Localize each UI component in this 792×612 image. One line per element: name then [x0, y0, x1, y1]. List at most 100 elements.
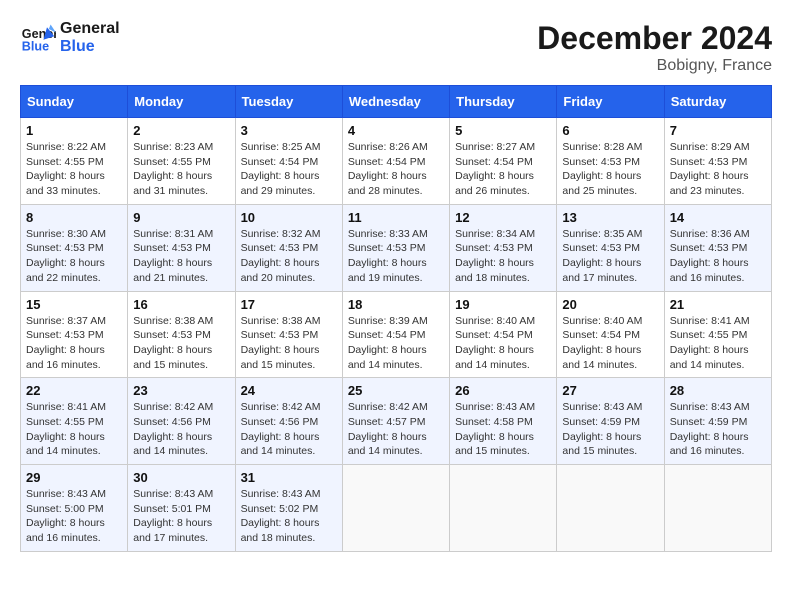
- calendar-day-cell: 5 Sunrise: 8:27 AM Sunset: 4:54 PM Daylig…: [450, 118, 557, 205]
- location: Bobigny, France: [537, 57, 772, 75]
- day-number: 15: [26, 297, 122, 312]
- day-info: Sunrise: 8:42 AM Sunset: 4:56 PM Dayligh…: [133, 400, 229, 459]
- calendar-day-cell: 28 Sunrise: 8:43 AM Sunset: 4:59 PM Dayli…: [664, 378, 771, 465]
- calendar-day-cell: [557, 465, 664, 552]
- day-number: 9: [133, 210, 229, 225]
- day-info: Sunrise: 8:43 AM Sunset: 4:59 PM Dayligh…: [562, 400, 658, 459]
- title-area: December 2024 Bobigny, France: [537, 20, 772, 75]
- calendar-day-cell: 14Sunrise: 8:36 AM Sunset: 4:53 PM Dayli…: [664, 204, 771, 291]
- calendar-day-cell: 2 Sunrise: 8:23 AM Sunset: 4:55 PM Daylig…: [128, 118, 235, 205]
- day-info: Sunrise: 8:36 AM Sunset: 4:53 PM Dayligh…: [670, 227, 766, 286]
- weekday-header-cell: Saturday: [664, 86, 771, 118]
- calendar-day-cell: 21Sunrise: 8:41 AM Sunset: 4:55 PM Dayli…: [664, 291, 771, 378]
- day-number: 17: [241, 297, 337, 312]
- day-number: 18: [348, 297, 444, 312]
- calendar-week-row: 1 Sunrise: 8:22 AM Sunset: 4:55 PM Daylig…: [21, 118, 772, 205]
- day-number: 2: [133, 123, 229, 138]
- day-info: Sunrise: 8:43 AM Sunset: 5:02 PM Dayligh…: [241, 487, 337, 546]
- calendar-day-cell: 17 Sunrise: 8:38 AM Sunset: 4:53 PM Dayli…: [235, 291, 342, 378]
- day-info: Sunrise: 8:43 AM Sunset: 4:59 PM Dayligh…: [670, 400, 766, 459]
- calendar-day-cell: 19 Sunrise: 8:40 AM Sunset: 4:54 PM Dayli…: [450, 291, 557, 378]
- logo-line2: Blue: [60, 38, 120, 56]
- day-info: Sunrise: 8:23 AM Sunset: 4:55 PM Dayligh…: [133, 140, 229, 199]
- day-number: 8: [26, 210, 122, 225]
- logo-line1: General: [60, 20, 120, 38]
- calendar-day-cell: 7 Sunrise: 8:29 AM Sunset: 4:53 PM Daylig…: [664, 118, 771, 205]
- calendar-day-cell: 18Sunrise: 8:39 AM Sunset: 4:54 PM Dayli…: [342, 291, 449, 378]
- day-number: 19: [455, 297, 551, 312]
- day-number: 12: [455, 210, 551, 225]
- day-number: 25: [348, 383, 444, 398]
- day-number: 7: [670, 123, 766, 138]
- day-info: Sunrise: 8:34 AM Sunset: 4:53 PM Dayligh…: [455, 227, 551, 286]
- calendar-week-row: 15Sunrise: 8:37 AM Sunset: 4:53 PM Dayli…: [21, 291, 772, 378]
- calendar-body: 1 Sunrise: 8:22 AM Sunset: 4:55 PM Daylig…: [21, 118, 772, 552]
- page-header: General Blue General Blue December 2024 …: [20, 20, 772, 75]
- weekday-header-cell: Wednesday: [342, 86, 449, 118]
- calendar-day-cell: 29 Sunrise: 8:43 AM Sunset: 5:00 PM Dayli…: [21, 465, 128, 552]
- logo-icon: General Blue: [20, 20, 56, 56]
- day-number: 31: [241, 470, 337, 485]
- calendar-day-cell: 10Sunrise: 8:32 AM Sunset: 4:53 PM Dayli…: [235, 204, 342, 291]
- day-info: Sunrise: 8:38 AM Sunset: 4:53 PM Dayligh…: [133, 314, 229, 373]
- day-number: 10: [241, 210, 337, 225]
- weekday-header-cell: Sunday: [21, 86, 128, 118]
- svg-text:Blue: Blue: [22, 40, 49, 54]
- day-number: 3: [241, 123, 337, 138]
- day-number: 5: [455, 123, 551, 138]
- day-number: 29: [26, 470, 122, 485]
- calendar-day-cell: 23 Sunrise: 8:42 AM Sunset: 4:56 PM Dayli…: [128, 378, 235, 465]
- calendar-day-cell: [342, 465, 449, 552]
- day-info: Sunrise: 8:40 AM Sunset: 4:54 PM Dayligh…: [562, 314, 658, 373]
- day-number: 27: [562, 383, 658, 398]
- day-number: 1: [26, 123, 122, 138]
- calendar-day-cell: 11 Sunrise: 8:33 AM Sunset: 4:53 PM Dayli…: [342, 204, 449, 291]
- calendar-day-cell: 22Sunrise: 8:41 AM Sunset: 4:55 PM Dayli…: [21, 378, 128, 465]
- day-number: 26: [455, 383, 551, 398]
- calendar-week-row: 22Sunrise: 8:41 AM Sunset: 4:55 PM Dayli…: [21, 378, 772, 465]
- calendar-day-cell: 15Sunrise: 8:37 AM Sunset: 4:53 PM Dayli…: [21, 291, 128, 378]
- day-info: Sunrise: 8:29 AM Sunset: 4:53 PM Dayligh…: [670, 140, 766, 199]
- day-info: Sunrise: 8:40 AM Sunset: 4:54 PM Dayligh…: [455, 314, 551, 373]
- day-number: 28: [670, 383, 766, 398]
- calendar-day-cell: 31 Sunrise: 8:43 AM Sunset: 5:02 PM Dayli…: [235, 465, 342, 552]
- calendar-day-cell: 20 Sunrise: 8:40 AM Sunset: 4:54 PM Dayli…: [557, 291, 664, 378]
- calendar-week-row: 29 Sunrise: 8:43 AM Sunset: 5:00 PM Dayli…: [21, 465, 772, 552]
- day-info: Sunrise: 8:22 AM Sunset: 4:55 PM Dayligh…: [26, 140, 122, 199]
- calendar-day-cell: [664, 465, 771, 552]
- day-info: Sunrise: 8:42 AM Sunset: 4:56 PM Dayligh…: [241, 400, 337, 459]
- day-info: Sunrise: 8:27 AM Sunset: 4:54 PM Dayligh…: [455, 140, 551, 199]
- weekday-header-cell: Monday: [128, 86, 235, 118]
- weekday-header-cell: Friday: [557, 86, 664, 118]
- day-info: Sunrise: 8:35 AM Sunset: 4:53 PM Dayligh…: [562, 227, 658, 286]
- day-number: 20: [562, 297, 658, 312]
- day-number: 11: [348, 210, 444, 225]
- calendar-day-cell: [450, 465, 557, 552]
- calendar-day-cell: 30 Sunrise: 8:43 AM Sunset: 5:01 PM Dayli…: [128, 465, 235, 552]
- day-info: Sunrise: 8:43 AM Sunset: 5:00 PM Dayligh…: [26, 487, 122, 546]
- logo: General Blue General Blue: [20, 20, 120, 56]
- day-info: Sunrise: 8:38 AM Sunset: 4:53 PM Dayligh…: [241, 314, 337, 373]
- calendar-day-cell: 12 Sunrise: 8:34 AM Sunset: 4:53 PM Dayli…: [450, 204, 557, 291]
- month-title: December 2024: [537, 20, 772, 57]
- calendar-day-cell: 1 Sunrise: 8:22 AM Sunset: 4:55 PM Daylig…: [21, 118, 128, 205]
- calendar-day-cell: 4Sunrise: 8:26 AM Sunset: 4:54 PM Daylig…: [342, 118, 449, 205]
- calendar-day-cell: 6Sunrise: 8:28 AM Sunset: 4:53 PM Daylig…: [557, 118, 664, 205]
- day-number: 13: [562, 210, 658, 225]
- day-info: Sunrise: 8:43 AM Sunset: 5:01 PM Dayligh…: [133, 487, 229, 546]
- day-info: Sunrise: 8:28 AM Sunset: 4:53 PM Dayligh…: [562, 140, 658, 199]
- day-number: 22: [26, 383, 122, 398]
- calendar-table: SundayMondayTuesdayWednesdayThursdayFrid…: [20, 85, 772, 552]
- day-info: Sunrise: 8:42 AM Sunset: 4:57 PM Dayligh…: [348, 400, 444, 459]
- calendar-day-cell: 27 Sunrise: 8:43 AM Sunset: 4:59 PM Dayli…: [557, 378, 664, 465]
- day-info: Sunrise: 8:41 AM Sunset: 4:55 PM Dayligh…: [670, 314, 766, 373]
- weekday-header-cell: Thursday: [450, 86, 557, 118]
- day-info: Sunrise: 8:25 AM Sunset: 4:54 PM Dayligh…: [241, 140, 337, 199]
- day-number: 23: [133, 383, 229, 398]
- day-number: 30: [133, 470, 229, 485]
- calendar-day-cell: 9Sunrise: 8:31 AM Sunset: 4:53 PM Daylig…: [128, 204, 235, 291]
- weekday-header-row: SundayMondayTuesdayWednesdayThursdayFrid…: [21, 86, 772, 118]
- calendar-day-cell: 25 Sunrise: 8:42 AM Sunset: 4:57 PM Dayli…: [342, 378, 449, 465]
- day-info: Sunrise: 8:33 AM Sunset: 4:53 PM Dayligh…: [348, 227, 444, 286]
- calendar-day-cell: 16Sunrise: 8:38 AM Sunset: 4:53 PM Dayli…: [128, 291, 235, 378]
